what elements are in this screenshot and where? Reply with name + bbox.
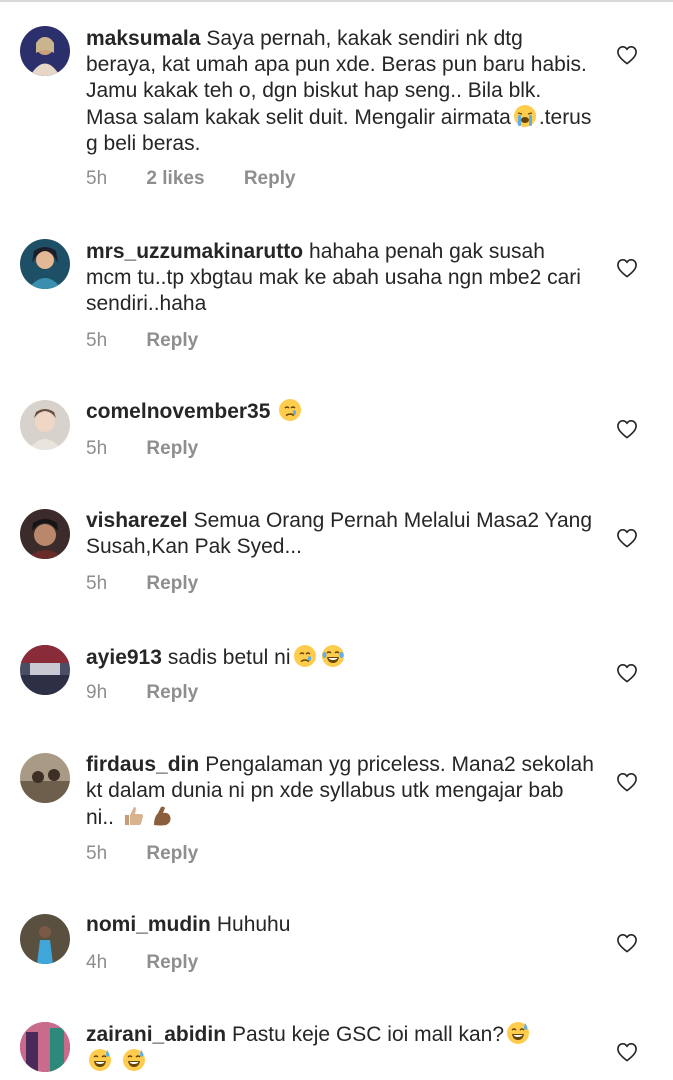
- avatar[interactable]: [20, 26, 70, 76]
- comment-username[interactable]: ayie913: [86, 646, 162, 669]
- reply-button[interactable]: Reply: [244, 168, 296, 189]
- avatar[interactable]: [20, 645, 70, 695]
- comment-time: 5h: [86, 438, 108, 459]
- reply-button[interactable]: Reply: [146, 843, 198, 864]
- like-heart-icon[interactable]: [616, 772, 638, 792]
- comment-time: 9h: [86, 682, 108, 703]
- comment-username[interactable]: maksumala: [86, 27, 200, 50]
- comment-time: 5h: [86, 168, 108, 189]
- flexed-biceps-icon: [150, 804, 174, 828]
- comment-username[interactable]: comelnovember35: [86, 400, 270, 423]
- comment-time: 5h: [86, 330, 108, 351]
- avatar[interactable]: [20, 400, 70, 450]
- like-heart-icon[interactable]: [616, 528, 638, 548]
- comment-username[interactable]: firdaus_din: [86, 753, 199, 776]
- loudly-crying-face-icon: [513, 104, 537, 128]
- comment-time: 5h: [86, 573, 108, 594]
- like-heart-icon[interactable]: [616, 663, 638, 683]
- avatar[interactable]: [20, 509, 70, 559]
- comment-username[interactable]: nomi_mudin: [86, 913, 211, 936]
- reply-button[interactable]: Reply: [146, 573, 198, 594]
- avatar[interactable]: [20, 914, 70, 964]
- like-heart-icon[interactable]: [616, 933, 638, 953]
- thumbs-up-icon: [122, 804, 146, 828]
- like-heart-icon[interactable]: [616, 419, 638, 439]
- like-heart-icon[interactable]: [616, 45, 638, 65]
- grinning-sweat-face-icon: [506, 1021, 530, 1045]
- comment-username[interactable]: zairani_abidin: [86, 1023, 226, 1046]
- top-divider: [0, 0, 673, 2]
- crying-face-icon: [293, 644, 317, 668]
- tears-of-joy-face-icon: [321, 644, 345, 668]
- crying-face-icon: [278, 398, 302, 422]
- comment-username[interactable]: visharezel: [86, 509, 188, 532]
- grinning-sweat-face-icon: [88, 1048, 112, 1072]
- comment-time: 4h: [86, 952, 108, 973]
- reply-button[interactable]: Reply: [146, 438, 198, 459]
- avatar[interactable]: [20, 239, 70, 289]
- like-heart-icon[interactable]: [616, 258, 638, 278]
- reply-button[interactable]: Reply: [146, 952, 198, 973]
- comment-time: 5h: [86, 843, 108, 864]
- comment-username[interactable]: mrs_uzzumakinarutto: [86, 240, 303, 263]
- avatar[interactable]: [20, 753, 70, 803]
- avatar[interactable]: [20, 1022, 70, 1072]
- likes-count[interactable]: 2 likes: [146, 168, 204, 189]
- comment-text: sadis betul ni: [167, 646, 291, 669]
- comment-text: Pastu keje GSC ioi mall kan?: [232, 1023, 505, 1046]
- comment-text: Huhuhu: [216, 913, 291, 936]
- like-heart-icon[interactable]: [616, 1042, 638, 1062]
- grinning-sweat-face-icon: [122, 1048, 146, 1072]
- reply-button[interactable]: Reply: [146, 330, 198, 351]
- reply-button[interactable]: Reply: [146, 682, 198, 703]
